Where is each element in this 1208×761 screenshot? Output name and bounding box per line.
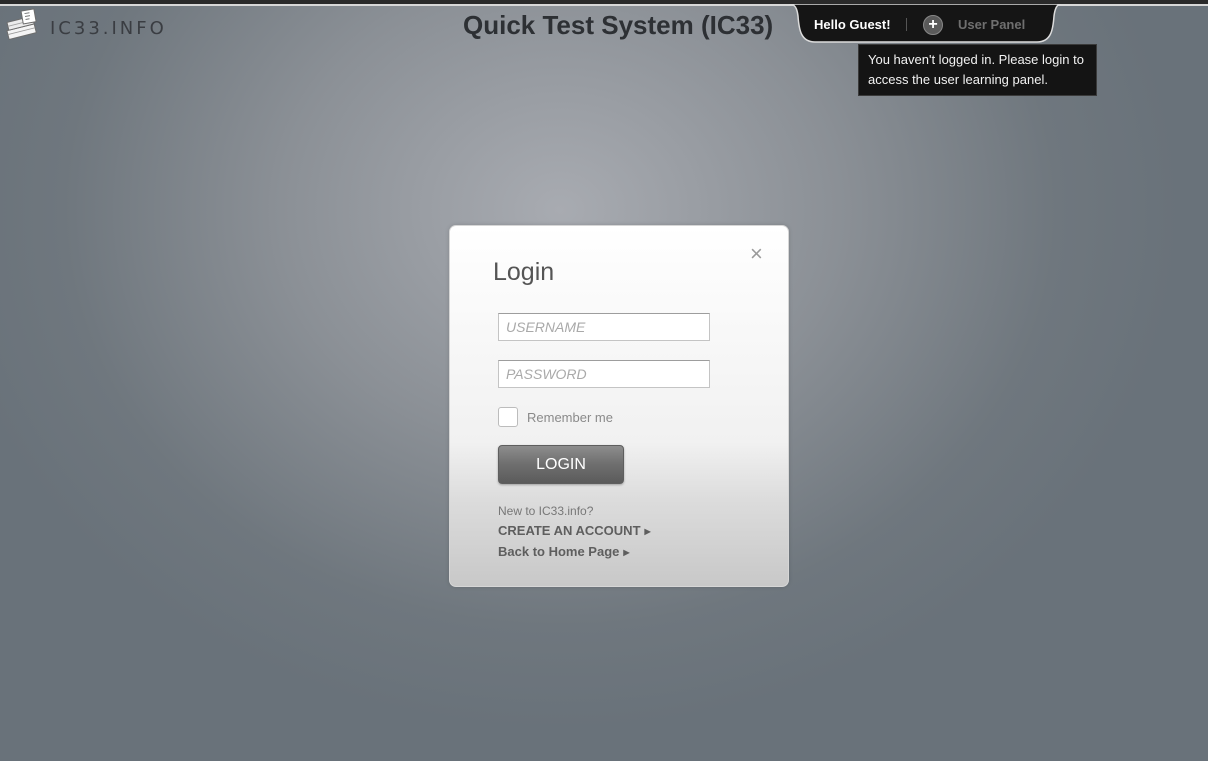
- password-input[interactable]: [498, 360, 710, 388]
- back-home-label: Back to Home Page: [498, 544, 620, 559]
- close-icon[interactable]: ×: [750, 242, 763, 266]
- login-dialog: × Login Remember me LOGIN New to IC33.in…: [449, 225, 789, 587]
- create-account-label: CREATE AN ACCOUNT: [498, 523, 641, 538]
- user-tab: Hello Guest! + User Panel: [789, 4, 1061, 44]
- plus-icon[interactable]: +: [923, 15, 943, 35]
- caret-right-icon: ▶: [644, 527, 651, 537]
- greeting-text: Hello Guest!: [814, 17, 891, 32]
- back-home-link[interactable]: Back to Home Page ▶: [498, 544, 630, 559]
- remember-me-label: Remember me: [527, 409, 613, 425]
- user-panel-link[interactable]: User Panel: [958, 17, 1025, 32]
- dialog-title: Login: [493, 258, 555, 286]
- remember-me-checkbox[interactable]: [498, 407, 518, 427]
- book-stack-icon: [2, 7, 42, 47]
- caret-right-icon: ▶: [623, 548, 630, 558]
- remember-me-row: Remember me: [498, 407, 613, 427]
- logo-text: IC33.INFO: [50, 17, 167, 39]
- site-logo[interactable]: IC33.INFO: [0, 6, 167, 48]
- create-account-link[interactable]: CREATE AN ACCOUNT ▶: [498, 523, 651, 538]
- username-input[interactable]: [498, 313, 710, 341]
- new-user-text: New to IC33.info?: [498, 504, 594, 518]
- login-required-tooltip: You haven't logged in. Please login to a…: [858, 44, 1097, 96]
- login-button[interactable]: LOGIN: [498, 445, 624, 484]
- tab-divider: [906, 18, 907, 31]
- page-title: Quick Test System (IC33): [463, 10, 774, 40]
